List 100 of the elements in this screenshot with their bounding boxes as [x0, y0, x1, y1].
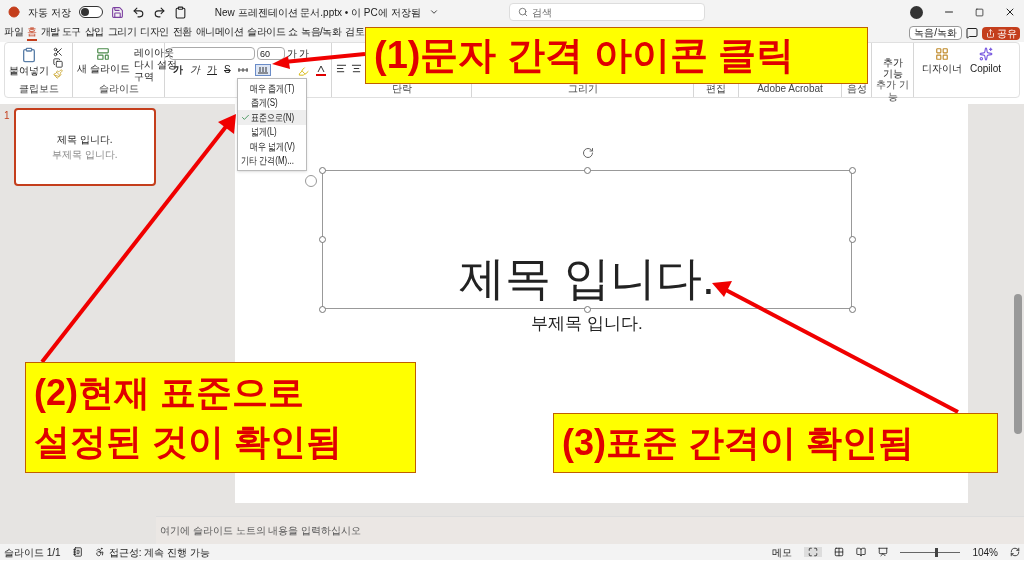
maximize-icon[interactable] — [975, 7, 984, 17]
resize-handle[interactable] — [319, 306, 326, 313]
autosave-toggle[interactable] — [78, 6, 103, 18]
ribbon-group-label: Adobe Acrobat — [756, 83, 824, 96]
cut-icon[interactable] — [53, 47, 63, 57]
font-color-icon[interactable] — [315, 64, 326, 76]
ribbon-group-label: 슬라이드 — [97, 83, 140, 96]
clipboard-icon[interactable] — [173, 5, 187, 19]
font-style-button[interactable]: S — [224, 64, 231, 76]
rotate-handle-icon[interactable] — [582, 147, 594, 159]
spacing-menu-item[interactable]: 매우 좁게(T) — [238, 81, 306, 96]
character-spacing-icon — [257, 66, 268, 74]
grow-font-button[interactable]: 가 — [287, 47, 297, 60]
menu-tab[interactable]: 개발 도구 — [40, 25, 81, 41]
record-button[interactable]: 녹음/녹화 — [909, 26, 962, 40]
thumbnail-subtitle: 부제목 입니다. — [52, 148, 118, 162]
comment-icon[interactable] — [966, 27, 978, 39]
spacing-menu-item[interactable]: 기타 간격(M)... — [238, 153, 306, 168]
resize-handle[interactable] — [584, 306, 591, 313]
menu-tab[interactable]: 검토 — [345, 25, 365, 41]
resize-handle[interactable] — [849, 167, 856, 174]
font-style-button[interactable]: 가 — [190, 64, 200, 76]
resize-handle[interactable] — [849, 306, 856, 313]
search-placeholder: 검색 — [531, 5, 552, 20]
spacing-menu-item[interactable]: 표준으로(N) — [238, 110, 306, 125]
presentation-icon[interactable] — [878, 547, 889, 557]
ribbon-group-label: 추가 기능 — [876, 79, 909, 104]
accessibility-status[interactable]: 접근성: 계속 진행 가능 — [108, 544, 210, 560]
share-button[interactable]: 공유 — [982, 26, 1020, 40]
slide-command-button[interactable]: 레이아웃 — [133, 47, 177, 59]
share-icon — [986, 28, 995, 38]
book-icon[interactable] — [856, 547, 867, 557]
close-icon[interactable] — [1004, 6, 1016, 18]
add-ins-button[interactable]: 추가 기능 — [880, 57, 905, 79]
copy-icon[interactable] — [53, 58, 63, 68]
menu-tab[interactable]: 그리기 — [107, 25, 137, 41]
notes-button[interactable]: 메모 — [772, 544, 793, 560]
save-icon[interactable] — [110, 5, 124, 19]
character-spacing-button[interactable] — [254, 64, 271, 76]
menu-tab[interactable]: 삽입 — [84, 25, 104, 41]
callout-note: (1)문자 간격 아이콘 클릭 — [365, 27, 868, 84]
zoom-percent[interactable]: 104% — [972, 544, 998, 560]
spacing-menu-item[interactable]: 좁게(S) — [238, 95, 306, 110]
menu-tab[interactable]: 파일 — [4, 25, 23, 41]
new-slide-icon — [96, 47, 111, 61]
menu-tab[interactable]: 녹음/녹화 — [301, 25, 342, 41]
slide-number: 1 — [4, 109, 10, 123]
align-left-icon[interactable] — [336, 63, 347, 74]
ribbon-group-label: 단락 — [390, 83, 413, 96]
resize-handle[interactable] — [319, 167, 326, 174]
normal-view-button[interactable] — [804, 547, 823, 557]
resize-handle[interactable] — [849, 236, 856, 243]
copilot-icon — [978, 47, 993, 61]
paste-icon — [21, 47, 37, 63]
strikethrough-icon[interactable] — [237, 66, 248, 74]
vertical-scrollbar[interactable] — [1014, 294, 1022, 434]
accessibility-icon[interactable] — [94, 547, 105, 557]
copilot-button[interactable]: Copilot — [970, 47, 1002, 97]
slide-title[interactable]: 제목 입니다. — [459, 250, 715, 306]
resize-handle[interactable] — [584, 167, 591, 174]
grid-icon[interactable] — [834, 547, 845, 557]
redo-icon[interactable] — [152, 5, 166, 19]
slide-subtitle[interactable]: 부제목 입니다. — [322, 311, 852, 337]
menu-tab[interactable]: 슬라이드 쇼 — [247, 25, 298, 41]
document-title[interactable]: New 프레젠테이션 문서.pptx • 이 PC에 저장됨 — [214, 4, 421, 20]
fit-slide-icon[interactable] — [1010, 547, 1020, 557]
title-placeholder[interactable]: 제목 입니다. — [322, 170, 852, 309]
paste-button[interactable]: 붙여넣기 — [9, 47, 49, 78]
resize-handle[interactable] — [319, 236, 326, 243]
notebook-icon[interactable] — [72, 547, 83, 557]
menu-tab[interactable]: 디자인 — [140, 25, 169, 41]
designer-button[interactable]: 디자이너 — [922, 47, 962, 97]
menu-tab[interactable]: 전환 — [172, 25, 192, 41]
smart-icon[interactable] — [305, 175, 317, 187]
autosave-label: 자동 저장 — [28, 5, 71, 20]
undo-icon[interactable] — [131, 5, 145, 19]
spacing-menu-item[interactable]: 넓게(L) — [238, 124, 306, 139]
app-logo-icon — [8, 6, 20, 18]
ribbon-group-label: 편집 — [705, 83, 727, 96]
ribbon-group-label: 그리기 — [566, 83, 599, 96]
ribbon-group-label: 음성 — [846, 83, 867, 96]
thumbnail-title: 제목 입니다. — [57, 133, 113, 147]
new-slide-button[interactable]: 새 슬라이드 — [77, 47, 130, 76]
slide-thumbnail[interactable]: 제목 입니다. 부제목 입니다. — [13, 108, 156, 186]
ribbon-group-label: 클립보드 — [17, 83, 60, 96]
align-center-icon[interactable] — [351, 63, 362, 74]
search-field[interactable]: 검색 — [508, 3, 705, 21]
notes-pane[interactable]: 여기에 슬라이드 노트의 내용을 입력하십시오 — [156, 516, 1024, 544]
notes-placeholder: 여기에 슬라이드 노트의 내용을 입력하십시오 — [160, 524, 362, 538]
paste-label: 붙여넣기 — [9, 64, 49, 78]
chevron-down-icon[interactable] — [428, 7, 439, 17]
zoom-thumb[interactable] — [934, 547, 938, 557]
callout-note: (3)표준 간격이 확인됨 — [553, 413, 998, 473]
spacing-menu-item[interactable]: 매우 넓게(V) — [238, 139, 306, 154]
user-avatar[interactable] — [910, 5, 923, 19]
callout-note: (2)현재 표준으로 설정된 것이 확인됨 — [25, 362, 416, 473]
font-style-button[interactable]: 가 — [207, 64, 217, 76]
search-icon — [517, 7, 528, 17]
shrink-font-button[interactable]: 가 — [299, 47, 309, 60]
menu-tab[interactable]: 애니메이션 — [195, 25, 244, 41]
